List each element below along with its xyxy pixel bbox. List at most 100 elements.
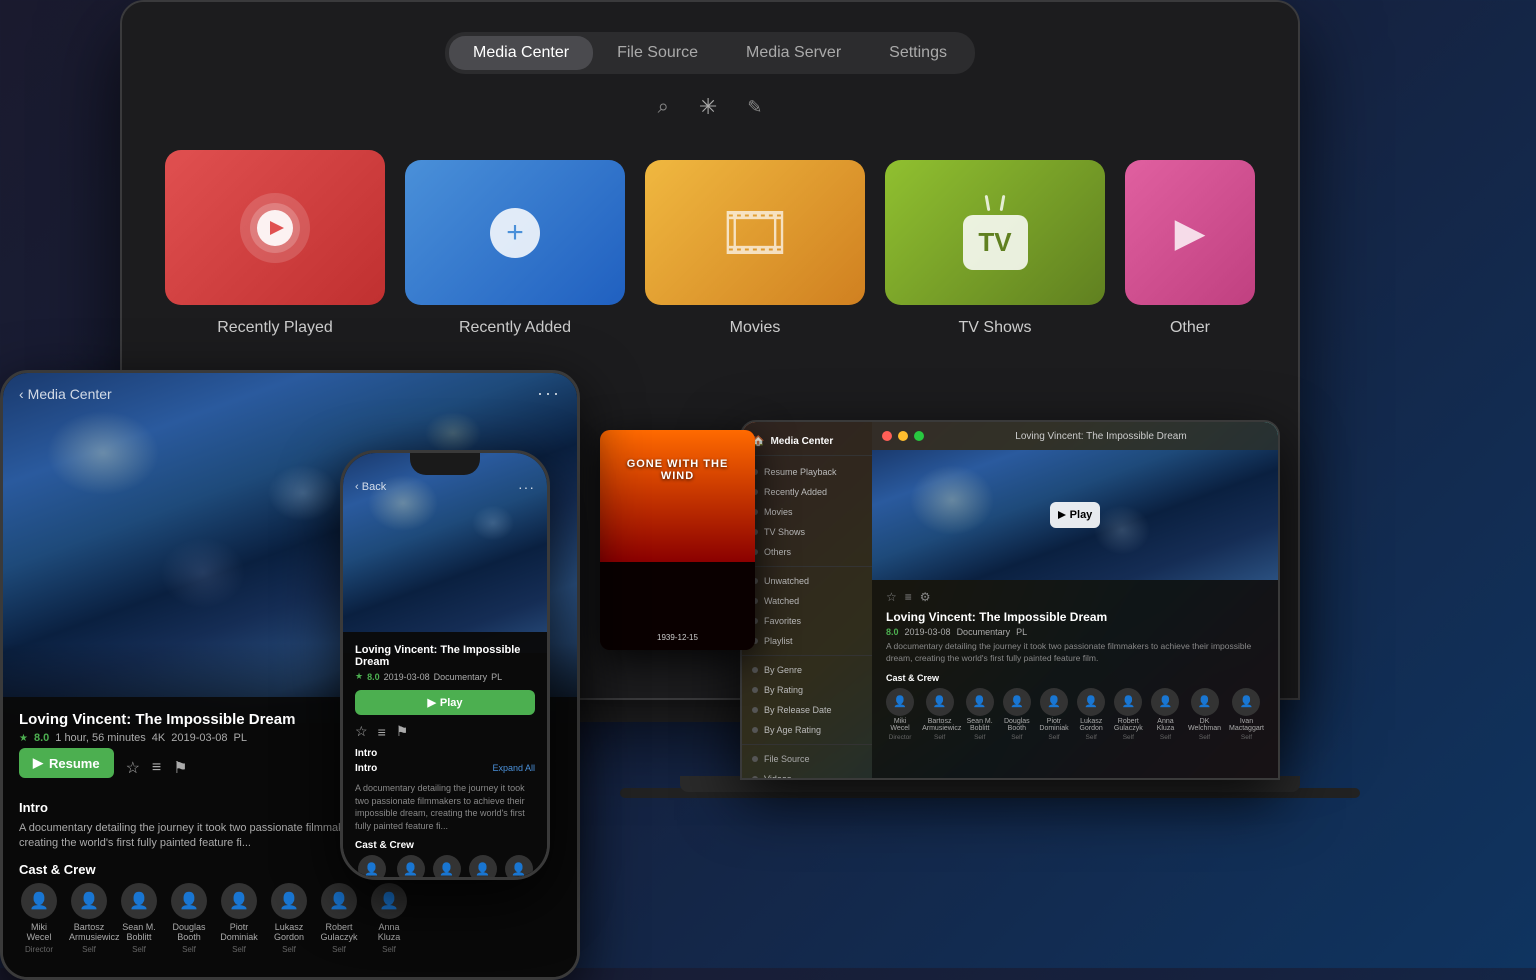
iphone-year: 2019-03-08 — [384, 672, 430, 682]
laptop-cast-name-1: Bartosz Armusiewicz — [922, 718, 957, 732]
laptop-cast-role-9: Self — [1241, 734, 1252, 741]
ipad-more-button[interactable]: ··· — [537, 383, 561, 404]
sidebar-item-videos[interactable]: Videos — [742, 769, 872, 778]
sidebar-item-rating[interactable]: By Rating — [742, 680, 872, 700]
flag-icon[interactable]: ⚑ — [173, 758, 187, 778]
sidebar-item-genre[interactable]: By Genre — [742, 660, 872, 680]
tab-media-server[interactable]: Media Server — [722, 36, 865, 70]
cast-role-3: Self — [182, 945, 196, 954]
sidebar-file-source-label: File Source — [764, 754, 810, 764]
tab-media-center[interactable]: Media Center — [449, 36, 593, 70]
sidebar-divider-3 — [742, 744, 872, 745]
sidebar-item-favorites[interactable]: Favorites — [742, 611, 872, 631]
cast-avatar-4: 👤 — [221, 883, 257, 919]
card-movies[interactable]: 🎞 Movies — [645, 160, 865, 337]
sidebar-favorites-label: Favorites — [764, 616, 801, 626]
movie-poster-bg: Gone with the Wind 1939-12-15 — [600, 430, 755, 650]
bookmark-icon[interactable]: ☆ — [126, 758, 140, 778]
iphone-movie-title: Loving Vincent: The Impossible Dream — [355, 644, 535, 668]
sidebar-item-movies[interactable]: Movies — [742, 502, 872, 522]
card-tv-shows[interactable]: TV TV Shows — [885, 160, 1105, 337]
search-icon[interactable]: ⌕ — [658, 96, 669, 119]
iphone-cast-1: 👤 Bartosz — [397, 855, 425, 877]
cast-item-3: 👤 Douglas Booth Self — [169, 883, 209, 954]
iphone-back-button[interactable]: ‹ Back — [355, 481, 386, 493]
sidebar-item-recently-added[interactable]: Recently Added — [742, 482, 872, 502]
laptop-star-button[interactable]: ☆ — [886, 590, 897, 604]
laptop-avatar-1: 👤 — [926, 688, 954, 716]
cast-name-5: Lukasz Gordon — [269, 922, 309, 942]
laptop-list-button[interactable]: ≡ — [905, 590, 912, 604]
sidebar-item-unwatched[interactable]: Unwatched — [742, 571, 872, 591]
laptop-avatar-0: 👤 — [886, 688, 914, 716]
card-other[interactable]: ▶ Other — [1125, 160, 1255, 337]
sidebar-item-resume[interactable]: Resume Playback — [742, 462, 872, 482]
window-close-button[interactable] — [882, 431, 892, 441]
iphone-more-button[interactable]: ··· — [518, 479, 535, 495]
laptop-info-panel: ☆ ≡ ⚙ Loving Vincent: The Impossible Dre… — [872, 580, 1278, 778]
iphone-play-button[interactable]: ▶ Play — [355, 690, 535, 715]
ipad-cast-row: 👤 Miki Wecel Director 👤 Bartosz Armusiew… — [19, 883, 561, 954]
sidebar-item-playlist[interactable]: Playlist — [742, 631, 872, 651]
laptop-cast-name-2: Sean M. Boblitt — [965, 718, 994, 732]
iphone-expand-button[interactable]: Expand All — [492, 763, 535, 778]
laptop-lang: PL — [1016, 627, 1027, 637]
laptop-play-button[interactable]: Play — [1050, 502, 1100, 528]
iphone-flag-icon[interactable]: ⚑ — [396, 723, 409, 740]
sidebar-watched-label: Watched — [764, 596, 799, 606]
sidebar-item-age-rating[interactable]: By Age Rating — [742, 720, 872, 740]
tv-text-icon: TV — [963, 215, 1028, 270]
laptop-play-label: Play — [1070, 509, 1093, 521]
ipad-resume-button[interactable]: ▶ Resume — [19, 748, 114, 778]
laptop-cast-4: 👤 Piotr Dominiak Self — [1039, 688, 1068, 741]
laptop-info-icons: ☆ ≡ ⚙ — [886, 590, 931, 604]
iphone-list-icon[interactable]: ≡ — [378, 724, 386, 740]
sidebar-dot — [752, 667, 758, 673]
laptop-cast-7: 👤 Anna Kluza Self — [1151, 688, 1180, 741]
tab-file-source[interactable]: File Source — [593, 36, 722, 70]
star-icon: ★ — [19, 733, 28, 744]
sidebar-recently-label: Recently Added — [764, 487, 827, 497]
edit-icon[interactable]: ✎ — [747, 97, 762, 118]
ipad-back-button[interactable]: ‹ Media Center — [19, 386, 112, 402]
sidebar-item-watched[interactable]: Watched — [742, 591, 872, 611]
iphone-cast-0: 👤 Miki Wecel — [355, 855, 389, 877]
sidebar-item-release-date[interactable]: By Release Date — [742, 700, 872, 720]
cast-item-0: 👤 Miki Wecel Director — [19, 883, 59, 954]
sidebar-item-others[interactable]: Others — [742, 542, 872, 562]
card-other-label: Other — [1170, 319, 1210, 337]
iphone-avatar-2: 👤 — [433, 855, 461, 877]
window-maximize-button[interactable] — [914, 431, 924, 441]
card-movies-inner: 🎞 — [645, 160, 865, 305]
laptop-cast-name-9: Ivan Mactaggart — [1229, 718, 1264, 732]
laptop-cast-1: 👤 Bartosz Armusiewicz Self — [922, 688, 957, 741]
iphone-type: Documentary — [434, 672, 488, 682]
card-other-inner: ▶ — [1125, 160, 1255, 305]
tv-icon-wrapper: TV — [963, 195, 1028, 270]
card-recently-added[interactable]: + Recently Added — [405, 160, 625, 337]
laptop-cast-role-5: Self — [1086, 734, 1097, 741]
tab-settings[interactable]: Settings — [865, 36, 971, 70]
laptop-type: Documentary — [957, 627, 1011, 637]
card-recently-played[interactable]: Recently Played — [165, 150, 385, 337]
cast-item-1: 👤 Bartosz Armusiewicz Self — [69, 883, 109, 954]
cast-name-0: Miki Wecel — [19, 922, 59, 942]
sidebar-item-tv[interactable]: TV Shows — [742, 522, 872, 542]
laptop-device: 🏠 Media Center Resume Playback Recently … — [740, 420, 1280, 780]
sidebar-dot — [752, 687, 758, 693]
laptop-settings-button[interactable]: ⚙ — [920, 590, 931, 604]
laptop-cast-role-6: Self — [1123, 734, 1134, 741]
laptop-avatar-2: 👤 — [966, 688, 994, 716]
cast-role-4: Self — [232, 945, 246, 954]
iphone-cast-row: 👤 Miki Wecel 👤 Bartosz 👤 Sean M. 👤 Dougl… — [355, 855, 535, 877]
sidebar-item-file-source[interactable]: File Source — [742, 749, 872, 769]
poster-text-block: Gone with the Wind — [600, 450, 755, 494]
laptop-movie-meta: 8.0 2019-03-08 Documentary PL — [886, 627, 1264, 637]
play-triangle-laptop — [1058, 511, 1066, 519]
list-icon[interactable]: ≡ — [152, 759, 161, 777]
laptop-detail: Play ☆ ≡ ⚙ Loving Vincent: The Impossibl… — [872, 450, 1278, 778]
iphone-avatar-4: 👤 — [505, 855, 533, 877]
iphone-header: ‹ Back ··· — [355, 479, 535, 495]
window-minimize-button[interactable] — [898, 431, 908, 441]
iphone-bookmark-icon[interactable]: ☆ — [355, 723, 368, 740]
